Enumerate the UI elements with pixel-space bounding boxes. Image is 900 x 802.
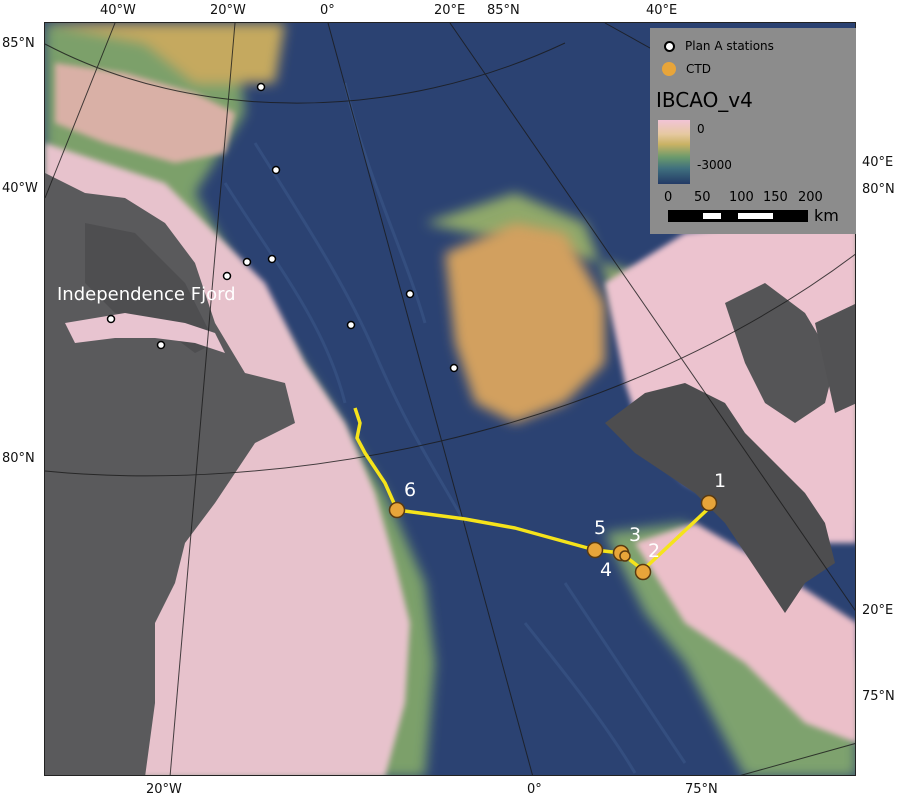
legend-ctd-label: CTD — [686, 62, 711, 76]
plan-a-station[interactable] — [256, 82, 266, 92]
ctd-label-4: 4 — [600, 559, 613, 581]
independence-fjord-label: Independence Fjord — [57, 284, 236, 305]
scale-tick-50: 50 — [694, 190, 711, 205]
graticule-top-0: 0° — [320, 3, 335, 18]
ctd-station-5[interactable] — [586, 541, 604, 559]
graticule-right-20e: 20°E — [862, 603, 894, 618]
plan-a-station[interactable] — [222, 271, 232, 281]
ctd-label-3: 3 — [629, 524, 642, 546]
plan-a-station[interactable] — [346, 320, 356, 330]
legend-plan-a-label: Plan A stations — [685, 39, 774, 53]
bathymetry-title: IBCAO_v4 — [656, 88, 753, 112]
graticule-left-80n: 80°N — [2, 451, 35, 466]
graticule-top-20w: 20°W — [210, 3, 246, 18]
scale-segment — [703, 213, 721, 219]
ramp-top-label: 0 — [697, 122, 705, 136]
scale-tick-100: 100 — [729, 190, 754, 205]
graticule-bottom-0: 0° — [527, 782, 542, 797]
ctd-label-2: 2 — [648, 540, 661, 562]
plan-a-station[interactable] — [271, 165, 281, 175]
graticule-top-85n: 85°N — [487, 3, 520, 18]
graticule-top-40e: 40°E — [646, 3, 678, 18]
depth-color-ramp — [658, 120, 690, 184]
graticule-top-20e: 20°E — [434, 3, 466, 18]
ctd-station-1[interactable] — [700, 494, 718, 512]
plan-a-station[interactable] — [156, 340, 166, 350]
scale-tick-200: 200 — [798, 190, 823, 205]
graticule-left-40w: 40°W — [2, 181, 38, 196]
plan-a-station[interactable] — [242, 257, 252, 267]
graticule-right-80n: 80°N — [862, 182, 895, 197]
scale-tick-0: 0 — [664, 190, 673, 205]
ctd-station-6[interactable] — [388, 501, 406, 519]
ctd-label-6: 6 — [404, 479, 417, 501]
ctd-station-2[interactable] — [634, 563, 652, 581]
graticule-right-40e: 40°E — [862, 155, 894, 170]
graticule-bottom-20w: 20°W — [146, 782, 182, 797]
plan-a-station[interactable] — [449, 363, 459, 373]
scale-bar — [668, 210, 808, 222]
plan-a-station[interactable] — [405, 289, 415, 299]
scale-unit: km — [814, 206, 839, 225]
ctd-label-5: 5 — [594, 517, 607, 539]
graticule-top-40w: 40°W — [100, 3, 136, 18]
white-dot-icon — [664, 40, 675, 52]
legend-plan-a: Plan A stations — [664, 39, 774, 53]
map-legend: Plan A stations CTD IBCAO_v4 0 -3000 0 5… — [650, 28, 856, 234]
legend-ctd: CTD — [662, 62, 711, 76]
graticule-right-75n: 75°N — [862, 689, 895, 704]
graticule-left-85n: 85°N — [2, 36, 35, 51]
plan-a-station[interactable] — [267, 254, 277, 264]
orange-dot-icon — [662, 62, 676, 76]
plan-a-station[interactable] — [106, 314, 116, 324]
ramp-bottom-label: -3000 — [697, 158, 732, 172]
ctd-station-4[interactable] — [619, 550, 631, 562]
graticule-bottom-75n: 75°N — [685, 782, 718, 797]
scale-tick-150: 150 — [763, 190, 788, 205]
scale-segment — [738, 213, 773, 219]
ctd-label-1: 1 — [714, 470, 727, 492]
